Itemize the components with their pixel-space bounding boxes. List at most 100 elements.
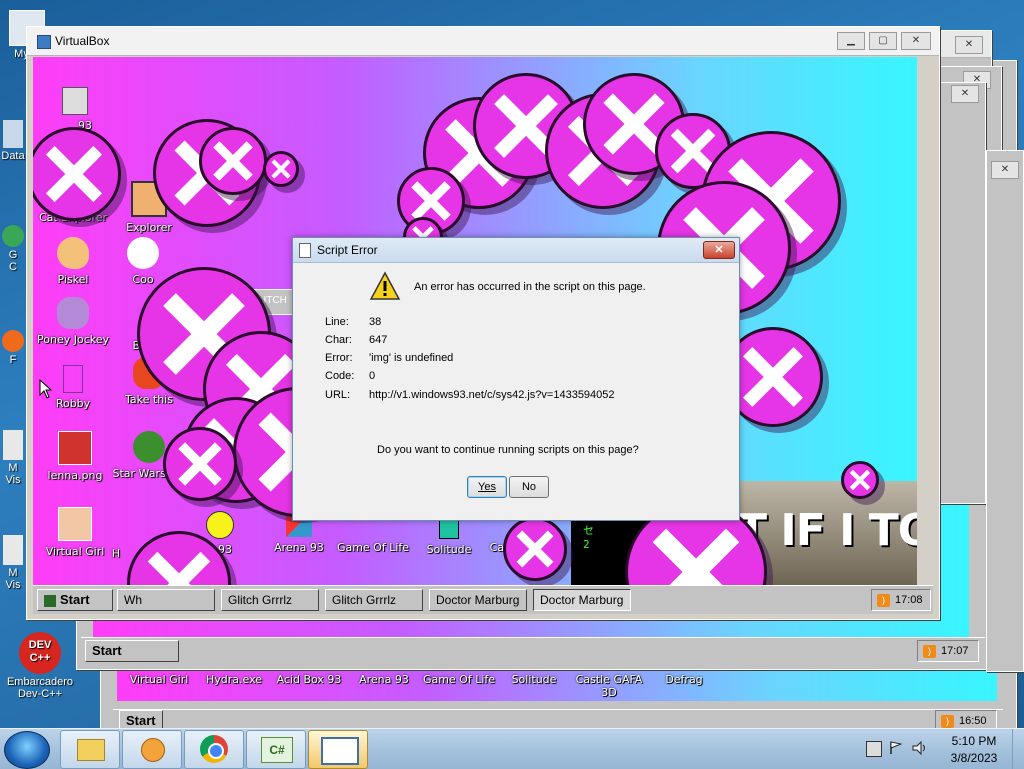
start-label: Start [92, 643, 122, 658]
start-button[interactable]: Start [37, 589, 113, 611]
desktop-icon-devcpp[interactable]: DEV C++ Embarcadero Dev-C++ [2, 632, 78, 700]
palette-icon [57, 237, 89, 269]
url-label: URL: [325, 389, 351, 401]
maximize-button[interactable]: ▢ [869, 32, 897, 50]
stacked-window-edge: ✕ [986, 150, 1024, 672]
yes-button[interactable]: Yes [467, 476, 507, 498]
close-x-bubble-icon[interactable] [33, 127, 121, 221]
clock: 17:08 [895, 594, 923, 606]
shortcut-icon [3, 120, 23, 148]
desktop93-icon-label[interactable]: Acid Box 93 [271, 673, 347, 686]
close-x-bubble-icon[interactable] [163, 427, 237, 501]
desktop-icon-label: Embarcadero Dev-C++ [6, 676, 74, 700]
chrome-icon [2, 225, 24, 247]
desktop-icon-label: M Vis [5, 567, 21, 591]
desktop93-icon-label[interactable]: Virtual Girl [121, 673, 197, 686]
taskbar-explorer-button[interactable] [60, 730, 120, 769]
desktop-icon-label: Data [1, 150, 25, 162]
icon-label: Robby [55, 397, 91, 410]
taskbar-button-glitch-2[interactable]: Glitch Grrrlz [325, 589, 423, 611]
pony-icon [57, 297, 89, 329]
close-x-bubble-icon[interactable] [263, 151, 299, 187]
windows93-icon-row: Virtual Girl Hydra.exe Acid Box 93 Arena… [113, 673, 1001, 699]
no-button[interactable]: No [509, 476, 549, 498]
taskbar-button-wh[interactable]: Wh [117, 589, 215, 611]
desktop93-icon-label[interactable]: Defrag [646, 673, 722, 686]
icon-label: Virtual Girl [45, 545, 105, 558]
image-file-icon [58, 431, 92, 465]
minimize-button[interactable]: ▁ [837, 32, 865, 50]
rss-icon: ) [941, 714, 954, 728]
computer-icon [62, 87, 88, 115]
taskbar-button-doctor-1[interactable]: Doctor Marburg [429, 589, 527, 611]
desktop93-icon-computer[interactable]: 93 [37, 87, 113, 132]
show-desktop-button[interactable] [1012, 729, 1024, 769]
rss-icon: ) [923, 644, 936, 658]
close-x-bubble-icon[interactable] [841, 461, 879, 499]
flag-icon[interactable] [890, 741, 903, 755]
code-label: Code: [325, 370, 355, 382]
close-button[interactable]: ✕ [951, 85, 979, 103]
line-label: Line: [325, 316, 349, 328]
error-message: An error has occurred in the script on t… [414, 281, 646, 293]
devcpp-icon: DEV C++ [19, 632, 61, 674]
close-button[interactable]: ✕ [955, 36, 983, 54]
volume-icon[interactable] [912, 740, 928, 756]
close-x-bubble-icon[interactable] [127, 531, 231, 585]
url-value: http://v1.windows93.net/c/sys42.js?v=143… [369, 389, 615, 401]
desktop-icon-label: F [9, 354, 17, 366]
desktop-icon-label: G C [8, 249, 18, 273]
icon-label: Poney Jockey [37, 333, 109, 346]
desktop93-icon-label[interactable]: Arena 93 [346, 673, 422, 686]
dialog-close-button[interactable]: ✕ [703, 241, 735, 259]
media-player-icon [141, 738, 165, 762]
code-value: 0 [369, 370, 376, 382]
close-x-bubble-icon[interactable] [503, 517, 567, 581]
icon-label: lenna.png [47, 469, 103, 482]
desktop-icon-label: M Vis [5, 462, 21, 486]
windows-start-orb[interactable] [4, 731, 50, 769]
system-tray: ) 17:07 [917, 640, 979, 662]
icon-label: Piskel [57, 273, 89, 286]
windows93-taskbar: Start ) 16:50 [113, 709, 1003, 732]
desktop93-icon-label[interactable]: Game Of Life [421, 673, 497, 686]
stacked-window-edge: ✕ [940, 82, 986, 504]
folder-icon [77, 739, 105, 761]
taskbar-button-label: Wh [124, 593, 142, 607]
desktop93-icon-piskel[interactable]: Piskel [35, 237, 111, 286]
taskbar-button-label: Doctor Marburg [436, 593, 520, 607]
desktop93-icon-h[interactable]: H [101, 547, 131, 560]
mouse-cursor-icon [39, 379, 53, 399]
dialog-title-bar: Script Error ✕ [293, 238, 739, 263]
desktop93-icon-label[interactable]: Solitude [496, 673, 572, 686]
close-x-bubble-icon[interactable] [199, 127, 267, 195]
taskbar-chrome-button[interactable] [184, 730, 244, 769]
line-value: 38 [369, 316, 382, 328]
taskbar-button-doctor-2[interactable]: Doctor Marburg [533, 589, 631, 611]
network-icon[interactable] [866, 741, 882, 757]
desktop93-icon-label[interactable]: Hydra.exe [196, 673, 272, 686]
taskbar-button-label: Doctor Marburg [540, 593, 624, 607]
cow-icon [127, 237, 159, 269]
taskbar-button-glitch-1[interactable]: Glitch Grrrlz [221, 589, 319, 611]
taskbar-button-label: Glitch Grrrlz [332, 593, 396, 607]
desktop93-icon-lenna[interactable]: lenna.png [37, 431, 113, 482]
icon-label: Game Of Life [336, 541, 410, 554]
virtualbox-icon [37, 35, 51, 49]
taskbar-media-button[interactable] [122, 730, 182, 769]
taskbar-virtualbox-button[interactable] [308, 730, 368, 769]
icon-label: Arena 93 [274, 541, 324, 554]
meme-text: T IF I TO [737, 505, 917, 556]
script-error-dialog: Script Error ✕ An error has occurred in … [292, 237, 740, 521]
desktop93-icon-label[interactable]: Castle GAFA 3D [571, 673, 647, 699]
clock-time[interactable]: 5:10 PM [942, 734, 1006, 748]
document-icon [299, 243, 311, 258]
window-icon [321, 737, 359, 765]
close-button[interactable]: ✕ [901, 32, 931, 50]
desktop93-icon-poney-jockey[interactable]: Poney Jockey [35, 297, 111, 346]
char-label: Char: [325, 334, 352, 346]
clock-date[interactable]: 3/8/2023 [942, 751, 1006, 765]
taskbar-csharp-button[interactable]: C# [246, 730, 306, 769]
close-button[interactable]: ✕ [991, 161, 1019, 179]
start-button[interactable]: Start [85, 640, 179, 662]
